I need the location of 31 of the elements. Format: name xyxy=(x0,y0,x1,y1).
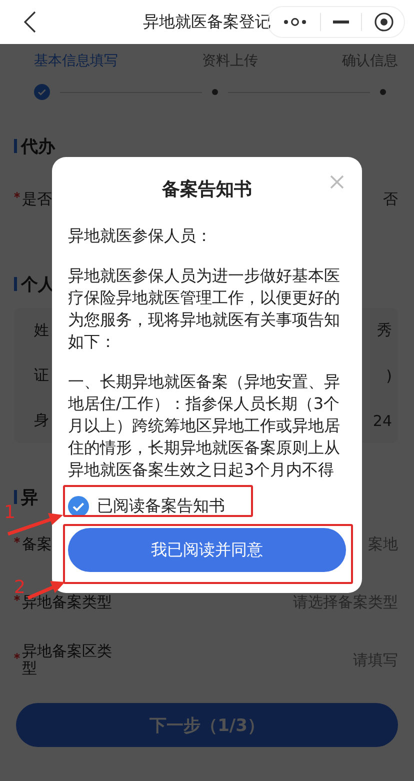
field-value[interactable]: 秀 xyxy=(377,321,392,340)
page-title: 异地就医备案登记 xyxy=(143,12,271,32)
minimize-icon[interactable] xyxy=(333,20,349,24)
close-target-icon[interactable] xyxy=(374,12,394,32)
step-label: 基本信息填写 xyxy=(34,52,118,70)
field-label: 备案 xyxy=(22,536,52,552)
field-label: 异地备案区类型 xyxy=(22,643,113,677)
field-value[interactable]: ) xyxy=(386,366,392,384)
more-icon[interactable] xyxy=(282,17,308,27)
annotation-number: 1 xyxy=(4,503,16,523)
checkbox[interactable] xyxy=(68,496,89,516)
step-dot-icon xyxy=(380,89,386,95)
field-value[interactable]: 24 xyxy=(372,412,392,430)
notice-paragraph: 一、长期异地就医备案（异地安置、异地居住/工作）：指参保人员长期（3个月以上）跨统筹地区异地工作或异地居住的情形，长期异地就医备案原则上从异地就医备案生效之日起3个月内不得 xyxy=(68,371,341,481)
field-value[interactable]: 否 xyxy=(383,190,398,208)
section-title: 代办 xyxy=(21,136,55,158)
field-label: 是否 xyxy=(22,190,52,208)
agree-button[interactable]: 我已阅读并同意 xyxy=(68,528,346,572)
check-circle-icon xyxy=(34,84,50,100)
notice-paragraph: 异地就医参保人员为进一步做好基本医疗保险异地就医管理工作，以便更好的为您服务，现将异地就医有关事项告知如下： xyxy=(68,265,341,353)
field-label: 姓 xyxy=(34,322,49,339)
field-label: 证 xyxy=(34,367,49,384)
step-dot-icon xyxy=(212,89,218,95)
next-step-button[interactable]: 下一步（1/3） xyxy=(16,703,398,747)
notice-paragraph: 异地就医参保人员： xyxy=(68,225,213,247)
back-icon[interactable] xyxy=(24,11,36,33)
field-label: 身 xyxy=(34,412,49,429)
dialog-title: 备案告知书 xyxy=(162,178,252,202)
annotation-number: 2 xyxy=(14,578,26,598)
checkbox-label: 已阅读备案告知书 xyxy=(97,496,225,516)
section-title: 异 xyxy=(21,486,38,508)
